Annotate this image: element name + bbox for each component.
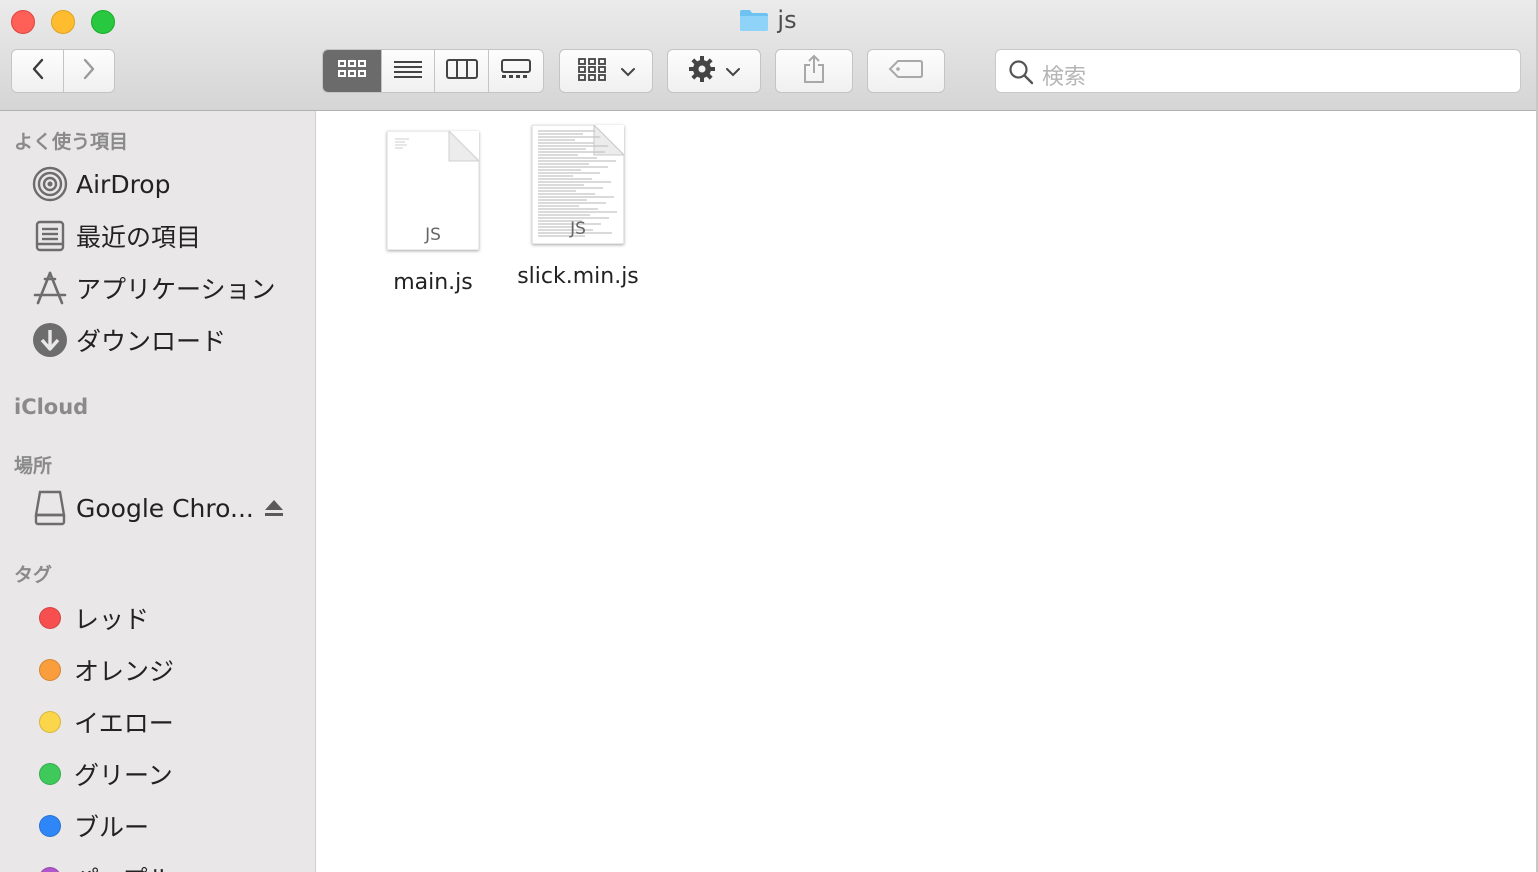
tag-color-dot: [39, 659, 61, 681]
tag-color-dot: [39, 867, 61, 872]
sidebar-item-label: 最近の項目: [76, 223, 202, 252]
column-view-button[interactable]: [435, 50, 489, 92]
chevron-right-icon: [81, 57, 97, 85]
applications-icon: [32, 270, 68, 306]
sidebar: よく使う項目 AirDrop 最近の項目 アプリケーション ダウンロード iCl…: [0, 111, 316, 872]
share-icon: [802, 54, 826, 88]
airdrop-icon: [32, 166, 68, 202]
group-icon: [577, 57, 607, 85]
tag-color-dot: [39, 711, 61, 733]
icon-view-icon: [337, 58, 367, 84]
recents-icon: [32, 218, 68, 254]
downloads-icon: [32, 322, 68, 358]
sidebar-item-airdrop[interactable]: AirDrop: [32, 164, 170, 204]
chevron-down-icon: [726, 62, 740, 81]
file-browser-area[interactable]: JS main.js JS slick.min.js: [316, 111, 1536, 872]
sidebar-item-label: イエロー: [74, 709, 174, 738]
file-item[interactable]: JS slick.min.js: [512, 125, 644, 289]
chevron-left-icon: [30, 57, 46, 85]
share-button[interactable]: [775, 49, 853, 93]
search-placeholder: 検索: [1042, 65, 1087, 90]
file-type-badge: JS: [425, 225, 441, 245]
sidebar-item-downloads[interactable]: ダウンロード: [32, 320, 226, 360]
sidebar-item-label: アプリケーション: [76, 275, 276, 304]
sidebar-tag-red[interactable]: レッド: [32, 598, 149, 638]
sidebar-item-label: グリーン: [74, 761, 173, 790]
file-item[interactable]: JS main.js: [378, 131, 488, 295]
title-bar: js 検索: [0, 0, 1536, 111]
back-button[interactable]: [12, 50, 64, 92]
gallery-view-icon: [500, 58, 532, 84]
js-file-icon: JS: [532, 125, 624, 244]
list-view-button[interactable]: [382, 50, 435, 92]
sidebar-item-label: Google Chro...: [76, 493, 254, 523]
file-type-badge: JS: [570, 219, 586, 239]
sidebar-item-recents[interactable]: 最近の項目: [32, 216, 201, 256]
tag-icon: [888, 59, 924, 83]
sidebar-item-label: AirDrop: [76, 169, 171, 199]
tag-color-dot: [39, 815, 61, 837]
search-field[interactable]: 検索: [995, 49, 1521, 93]
list-view-icon: [393, 58, 423, 84]
sidebar-tag-purple[interactable]: パープル: [32, 858, 173, 872]
icloud-heading[interactable]: iCloud: [14, 395, 88, 419]
js-file-icon: JS: [387, 131, 479, 250]
tag-color-dot: [39, 763, 61, 785]
sidebar-item-google-chrome-disk[interactable]: Google Chro...: [32, 488, 254, 528]
favorites-heading: よく使う項目: [14, 131, 129, 153]
finder-window: js 検索 よく使う項目 AirDrop 最近の項目 アプリケーション ダウンロ…: [0, 0, 1538, 872]
navigation-buttons: [11, 49, 115, 93]
sidebar-tag-orange[interactable]: オレンジ: [32, 650, 174, 690]
action-button[interactable]: [667, 49, 761, 93]
sidebar-item-applications[interactable]: アプリケーション: [32, 268, 276, 308]
eject-icon[interactable]: [264, 499, 284, 521]
gear-icon: [688, 55, 716, 87]
tags-heading: タグ: [14, 564, 53, 586]
icon-view-button[interactable]: [323, 50, 382, 92]
sidebar-tag-yellow[interactable]: イエロー: [32, 702, 174, 742]
edit-tags-button[interactable]: [867, 49, 945, 93]
sidebar-tag-green[interactable]: グリーン: [32, 754, 173, 794]
sidebar-item-label: ダウンロード: [76, 327, 227, 356]
forward-button[interactable]: [64, 50, 114, 92]
view-mode-control: [322, 49, 544, 93]
sidebar-item-label: ブルー: [74, 813, 150, 842]
chevron-down-icon: [621, 62, 635, 81]
gallery-view-button[interactable]: [489, 50, 543, 92]
disk-icon: [32, 490, 68, 526]
folder-icon: [739, 8, 769, 38]
locations-heading: 場所: [14, 455, 53, 477]
tag-color-dot: [39, 607, 61, 629]
window-title-text: js: [777, 6, 797, 34]
sidebar-tag-blue[interactable]: ブルー: [32, 806, 149, 846]
search-icon: [1008, 59, 1034, 89]
group-by-button[interactable]: [559, 49, 653, 93]
column-view-icon: [445, 58, 478, 84]
file-name: slick.min.js: [517, 264, 639, 289]
window-title: js: [0, 6, 1536, 38]
file-name: main.js: [393, 270, 473, 295]
sidebar-item-label: レッド: [74, 605, 150, 634]
sidebar-item-label: オレンジ: [74, 657, 175, 686]
sidebar-item-label: パープル: [74, 860, 173, 872]
